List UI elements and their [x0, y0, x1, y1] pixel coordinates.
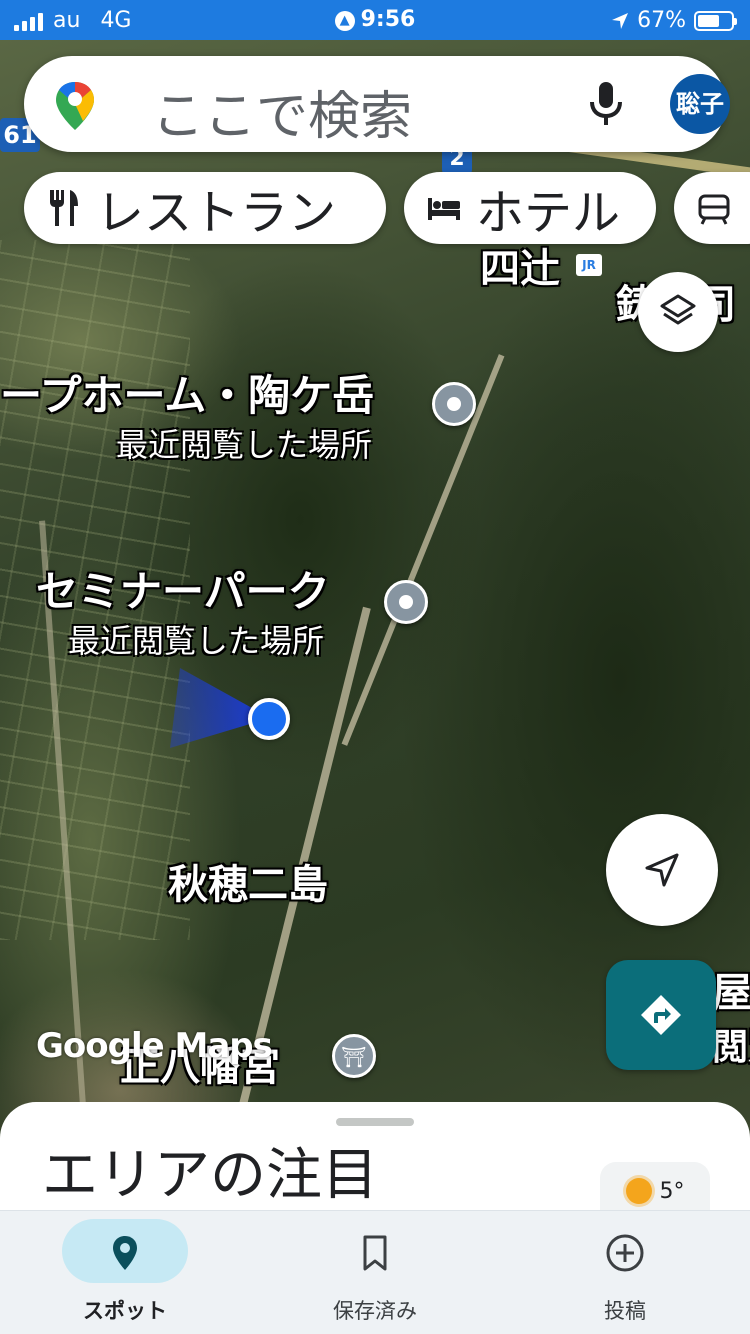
nav-tab-saved[interactable]: 保存済み [250, 1211, 500, 1334]
bookmark-icon [363, 1235, 387, 1271]
navigation-arrow-icon [645, 853, 679, 887]
directions-button[interactable] [606, 960, 716, 1070]
fork-knife-icon [50, 190, 78, 226]
location-arrow-icon [612, 12, 629, 29]
directions-icon [641, 995, 681, 1035]
location-pin-icon [113, 1236, 137, 1270]
my-location-button[interactable] [606, 814, 718, 926]
account-avatar[interactable]: 聡子 [670, 74, 730, 134]
google-maps-pin-logo-icon [56, 82, 94, 130]
search-bar[interactable]: ここで検索 聡子 [24, 56, 730, 152]
station-label[interactable]: 四辻 [480, 236, 560, 294]
weather-temperature: 5° [659, 1178, 685, 1204]
location-service-icon: ▲ [334, 11, 355, 31]
shrine-pin[interactable]: ⛩ [332, 1034, 376, 1078]
status-bar: au 4G ▲ 9:56 67% [0, 0, 750, 40]
chip-label: ホテル [476, 185, 621, 241]
bottom-navigation: スポット 保存済み 投稿 [0, 1210, 750, 1334]
chip-label: コ [746, 173, 750, 243]
shrine-icon: ⛩ [341, 1045, 367, 1069]
add-circle-icon [606, 1234, 644, 1272]
place-pin-seminar-park[interactable] [384, 580, 428, 624]
microphone-icon[interactable] [584, 80, 628, 128]
layers-icon [660, 294, 696, 325]
place-label-seminar-park[interactable]: セミナーパーク [36, 558, 330, 619]
chip-restaurant[interactable]: レストラン [24, 172, 386, 244]
nav-tab-explore[interactable]: スポット [0, 1211, 250, 1334]
district-label[interactable]: 秋穂二島 [168, 852, 328, 910]
sun-icon [625, 1178, 652, 1204]
place-label-edge-right-1[interactable]: 屋 [712, 960, 750, 1018]
map-layers-button[interactable] [638, 272, 718, 352]
nav-label: 投稿 [604, 1299, 646, 1323]
recent-place-sublabel: 最近閲覧した場所 [116, 426, 373, 464]
chip-transit[interactable]: コ [674, 172, 750, 244]
nav-label: 保存済み [333, 1299, 417, 1323]
transit-icon [698, 194, 730, 225]
nav-label: スポット [83, 1299, 167, 1323]
battery-percent: 67% [637, 8, 686, 33]
place-label-tougatake[interactable]: ープホーム・陶ケ岳 [0, 362, 374, 423]
chip-label: レストラン [96, 185, 337, 241]
recent-place-sublabel: 最近閲覧した場所 [68, 622, 325, 660]
bed-icon [428, 198, 460, 220]
chip-hotel[interactable]: ホテル [404, 172, 656, 244]
place-pin-tougatake[interactable] [432, 382, 476, 426]
search-input[interactable]: ここで検索 [152, 74, 412, 149]
google-maps-logo: Google Maps [36, 1026, 273, 1066]
my-location-dot [248, 698, 290, 740]
nav-tab-contribute[interactable]: 投稿 [500, 1211, 750, 1334]
battery-icon [694, 10, 737, 31]
drag-handle[interactable] [336, 1118, 414, 1126]
sheet-title: エリアの注目 [42, 1143, 378, 1208]
jr-badge: JR [576, 254, 602, 276]
clock: 9:56 [360, 7, 416, 32]
place-label-edge-right-2[interactable]: 閲覧 [712, 1018, 750, 1070]
